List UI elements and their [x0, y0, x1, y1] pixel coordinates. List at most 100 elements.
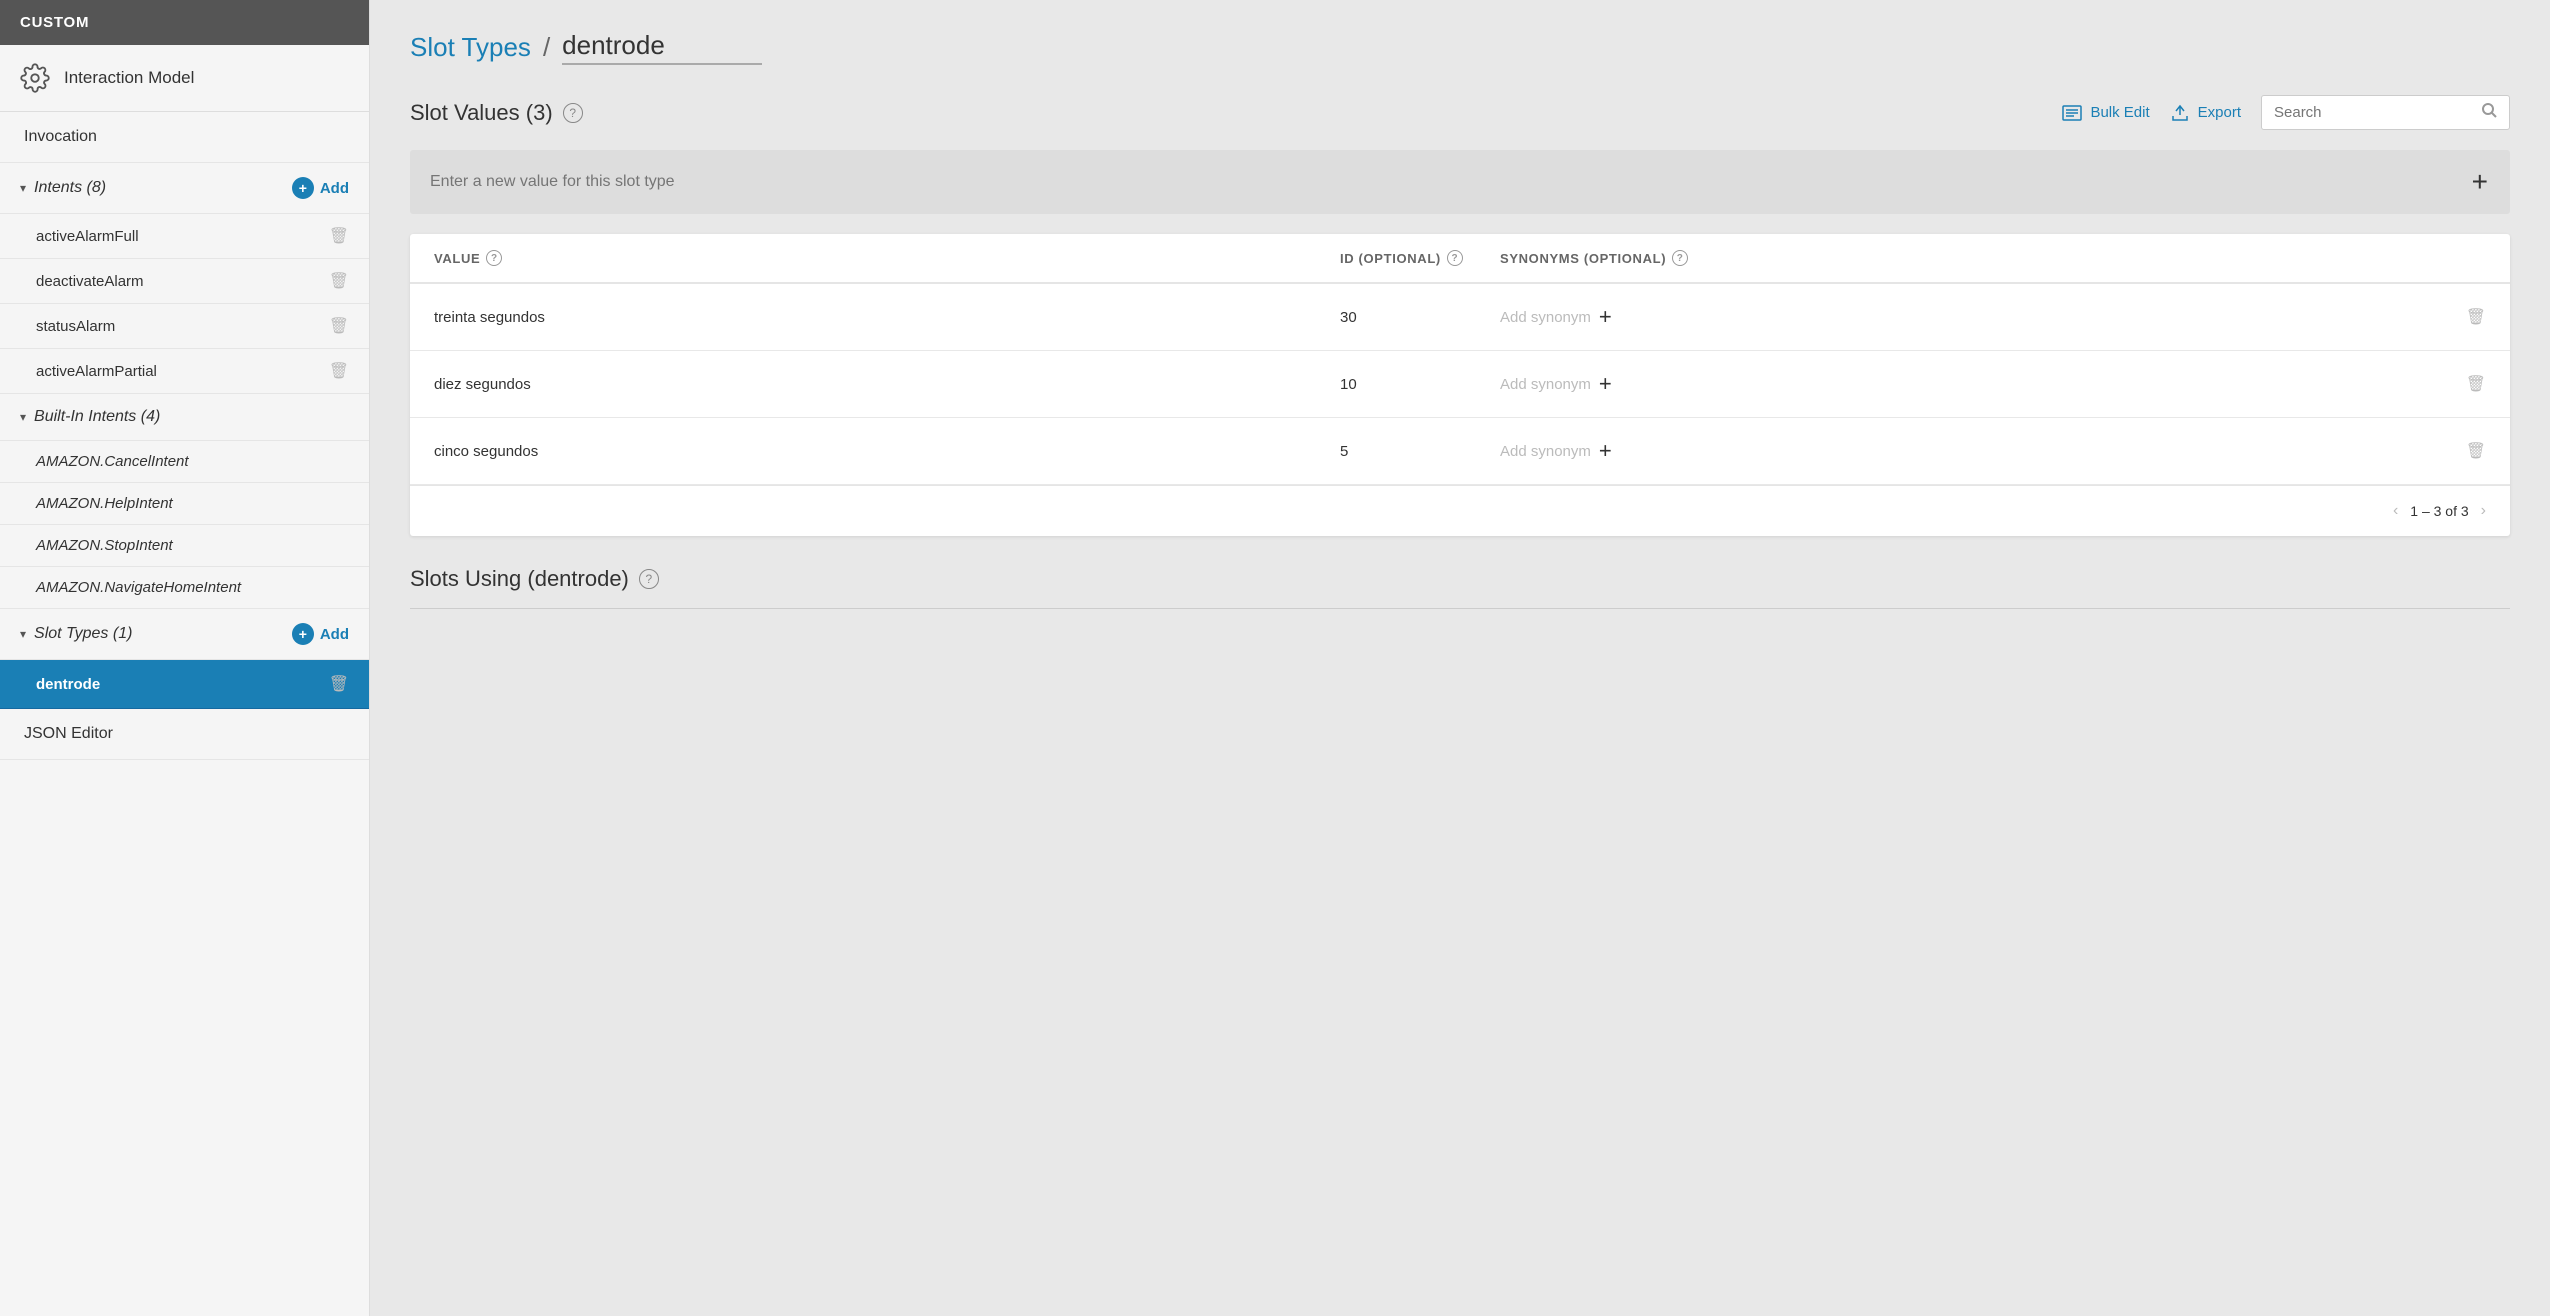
new-value-input[interactable]	[410, 155, 2450, 209]
add-synonym-button[interactable]: Add synonym +	[1500, 371, 1612, 397]
breadcrumb: Slot Types / dentrode	[410, 30, 2510, 65]
delete-slot-type-button[interactable]: 🗑	[329, 674, 349, 694]
search-input[interactable]	[2274, 104, 2473, 121]
intent-name: deactivateAlarm	[36, 273, 144, 290]
sidebar-item-help-intent[interactable]: AMAZON.HelpIntent	[0, 483, 369, 525]
sidebar-item-activeAlarmFull[interactable]: activeAlarmFull 🗑	[0, 214, 369, 259]
value-help-icon[interactable]: ?	[486, 250, 502, 266]
row-synonym-cell: Add synonym +	[1500, 371, 2406, 397]
delete-intent-button[interactable]: 🗑	[329, 271, 349, 291]
export-label: Export	[2198, 104, 2241, 121]
slot-values-header: Slot Values (3) ? Bulk Edit Export	[410, 95, 2510, 130]
id-help-icon[interactable]: ?	[1447, 250, 1463, 266]
sidebar-group-slot-types[interactable]: ▾ Slot Types (1) + Add	[0, 609, 369, 660]
add-slot-type-button[interactable]: + Add	[292, 623, 349, 645]
row-synonym-cell: Add synonym +	[1500, 304, 2406, 330]
slots-using-help-icon[interactable]: ?	[639, 569, 659, 589]
main-content: Slot Types / dentrode Slot Values (3) ? …	[370, 0, 2550, 1316]
add-intent-button[interactable]: + Add	[292, 177, 349, 199]
json-editor-label: JSON Editor	[24, 725, 113, 742]
row-id: 30	[1340, 309, 1500, 326]
header-synonyms: SYNONYMS (OPTIONAL) ?	[1500, 250, 2406, 266]
intent-name: statusAlarm	[36, 318, 115, 335]
delete-row-button[interactable]: 🗑	[2466, 307, 2486, 327]
synonym-placeholder: Add synonym	[1500, 376, 1591, 393]
sidebar-header-label: CUSTOM	[20, 14, 89, 31]
slot-values-title: Slot Values (3)	[410, 100, 553, 126]
sidebar-group-builtin-intents[interactable]: ▾ Built-In Intents (4)	[0, 394, 369, 441]
section-actions: Bulk Edit Export	[2062, 95, 2510, 130]
table-row: diez segundos 10 Add synonym + 🗑	[410, 351, 2510, 418]
delete-intent-button[interactable]: 🗑	[329, 226, 349, 246]
sidebar-item-interaction-model[interactable]: Interaction Model	[0, 45, 369, 112]
builtin-intent-name: AMAZON.HelpIntent	[36, 495, 173, 512]
delete-row-button[interactable]: 🗑	[2466, 374, 2486, 394]
slot-values-help-icon[interactable]: ?	[563, 103, 583, 123]
pagination-next-button[interactable]: ›	[2481, 502, 2486, 520]
sidebar-item-stop-intent[interactable]: AMAZON.StopIntent	[0, 525, 369, 567]
header-value-label: VALUE	[434, 251, 480, 266]
sidebar-item-json-editor[interactable]: JSON Editor	[0, 709, 369, 760]
sidebar-item-dentrode[interactable]: dentrode 🗑	[0, 660, 369, 709]
sidebar: CUSTOM Interaction Model Invocation ▾ In…	[0, 0, 370, 1316]
slot-table: VALUE ? ID (OPTIONAL) ? SYNONYMS (OPTION…	[410, 234, 2510, 536]
builtin-intent-name: AMAZON.StopIntent	[36, 537, 173, 554]
add-intent-label: Add	[320, 180, 349, 197]
slot-type-name: dentrode	[36, 676, 100, 693]
bulk-edit-button[interactable]: Bulk Edit	[2062, 104, 2149, 121]
sidebar-item-navigate-home-intent[interactable]: AMAZON.NavigateHomeIntent	[0, 567, 369, 609]
builtin-intent-name: AMAZON.NavigateHomeIntent	[36, 579, 241, 596]
export-button[interactable]: Export	[2170, 103, 2241, 123]
synonym-plus-icon: +	[1599, 304, 1612, 330]
interaction-model-label: Interaction Model	[64, 68, 194, 88]
sidebar-group-intents[interactable]: ▾ Intents (8) + Add	[0, 163, 369, 214]
header-actions	[2406, 250, 2486, 266]
breadcrumb-current: dentrode	[562, 30, 762, 65]
header-value: VALUE ?	[434, 250, 1340, 266]
builtin-group-left: ▾ Built-In Intents (4)	[20, 408, 160, 426]
search-button[interactable]	[2481, 102, 2497, 123]
sidebar-item-activeAlarmPartial[interactable]: activeAlarmPartial 🗑	[0, 349, 369, 394]
add-slot-type-plus-icon: +	[292, 623, 314, 645]
row-id: 5	[1340, 443, 1500, 460]
header-id: ID (OPTIONAL) ?	[1340, 250, 1500, 266]
slot-types-chevron-icon: ▾	[20, 627, 26, 641]
synonym-plus-icon: +	[1599, 438, 1612, 464]
intents-group-left: ▾ Intents (8)	[20, 179, 106, 197]
sidebar-header: CUSTOM	[0, 0, 369, 45]
synonyms-help-icon[interactable]: ?	[1672, 250, 1688, 266]
add-value-button[interactable]: +	[2450, 150, 2510, 214]
row-actions: 🗑	[2406, 441, 2486, 461]
breadcrumb-separator: /	[543, 32, 550, 63]
row-value: diez segundos	[434, 376, 1340, 393]
intent-name: activeAlarmPartial	[36, 363, 157, 380]
row-value: treinta segundos	[434, 309, 1340, 326]
delete-intent-button[interactable]: 🗑	[329, 361, 349, 381]
sidebar-item-deactivateAlarm[interactable]: deactivateAlarm 🗑	[0, 259, 369, 304]
table-row: treinta segundos 30 Add synonym + 🗑	[410, 284, 2510, 351]
row-value: cinco segundos	[434, 443, 1340, 460]
new-value-container: +	[410, 150, 2510, 214]
add-intent-plus-icon: +	[292, 177, 314, 199]
table-header-row: VALUE ? ID (OPTIONAL) ? SYNONYMS (OPTION…	[410, 234, 2510, 284]
add-synonym-button[interactable]: Add synonym +	[1500, 438, 1612, 464]
sidebar-item-cancel-intent[interactable]: AMAZON.CancelIntent	[0, 441, 369, 483]
synonym-placeholder: Add synonym	[1500, 309, 1591, 326]
intents-group-label: Intents (8)	[34, 179, 106, 197]
header-synonyms-label: SYNONYMS (OPTIONAL)	[1500, 251, 1666, 266]
row-synonym-cell: Add synonym +	[1500, 438, 2406, 464]
pagination-prev-button[interactable]: ‹	[2393, 502, 2398, 520]
sidebar-item-statusAlarm[interactable]: statusAlarm 🗑	[0, 304, 369, 349]
delete-row-button[interactable]: 🗑	[2466, 441, 2486, 461]
export-icon	[2170, 103, 2190, 123]
bulk-edit-icon	[2062, 105, 2082, 121]
breadcrumb-link[interactable]: Slot Types	[410, 32, 531, 63]
builtin-chevron-icon: ▾	[20, 410, 26, 424]
pagination-row: ‹ 1 – 3 of 3 ›	[410, 485, 2510, 536]
search-box	[2261, 95, 2510, 130]
add-slot-type-label: Add	[320, 626, 349, 643]
sidebar-item-invocation[interactable]: Invocation	[0, 112, 369, 163]
row-actions: 🗑	[2406, 374, 2486, 394]
add-synonym-button[interactable]: Add synonym +	[1500, 304, 1612, 330]
delete-intent-button[interactable]: 🗑	[329, 316, 349, 336]
